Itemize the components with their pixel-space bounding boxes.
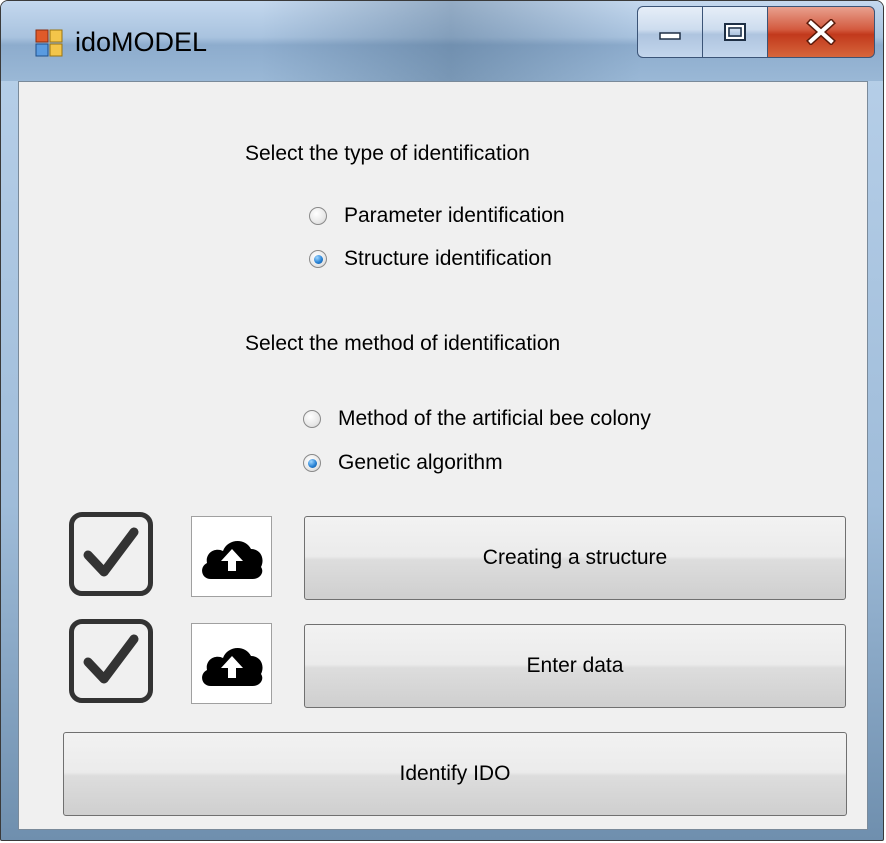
maximize-button[interactable] <box>702 6 767 58</box>
radio-label: Parameter identification <box>344 204 565 227</box>
radio-structure-identification[interactable]: Structure identification <box>309 247 552 271</box>
radio-button[interactable] <box>309 207 327 225</box>
client-area: Select the type of identification Parame… <box>18 81 868 830</box>
cloud-upload-icon <box>201 647 263 686</box>
method-heading: Select the method of identification <box>245 332 561 355</box>
radio-button[interactable] <box>309 250 327 268</box>
radio-label: Structure identification <box>344 247 552 270</box>
app-window: idoMODEL Select the type of identificati… <box>0 0 884 841</box>
app-icon <box>35 29 63 57</box>
structure-status-check <box>69 512 153 596</box>
title-bar[interactable]: idoMODEL <box>1 1 883 81</box>
window-controls <box>637 6 875 60</box>
close-button[interactable] <box>767 6 875 58</box>
radio-parameter-identification[interactable]: Parameter identification <box>309 204 565 228</box>
window-title: idoMODEL <box>75 27 208 57</box>
minimize-icon <box>659 32 681 40</box>
creating-structure-button[interactable]: Creating a structure <box>304 516 846 600</box>
data-upload-button[interactable] <box>191 623 272 704</box>
enter-data-button[interactable]: Enter data <box>304 624 846 708</box>
checkmark-icon <box>83 527 139 577</box>
close-icon <box>806 19 836 45</box>
identify-ido-button[interactable]: Identify IDO <box>63 732 847 816</box>
radio-bee-colony[interactable]: Method of the artificial bee colony <box>303 407 651 431</box>
cloud-upload-icon <box>201 540 263 579</box>
radio-button[interactable] <box>303 410 321 428</box>
title-bar-glare <box>261 1 641 81</box>
radio-button[interactable] <box>303 454 321 472</box>
radio-label: Genetic algorithm <box>338 451 503 474</box>
structure-upload-button[interactable] <box>191 516 272 597</box>
maximize-icon <box>724 23 746 41</box>
data-status-check <box>69 619 153 703</box>
minimize-button[interactable] <box>637 6 702 58</box>
type-heading: Select the type of identification <box>245 142 530 165</box>
checkmark-icon <box>83 634 139 684</box>
radio-label: Method of the artificial bee colony <box>338 407 651 430</box>
radio-genetic-algorithm[interactable]: Genetic algorithm <box>303 451 503 475</box>
